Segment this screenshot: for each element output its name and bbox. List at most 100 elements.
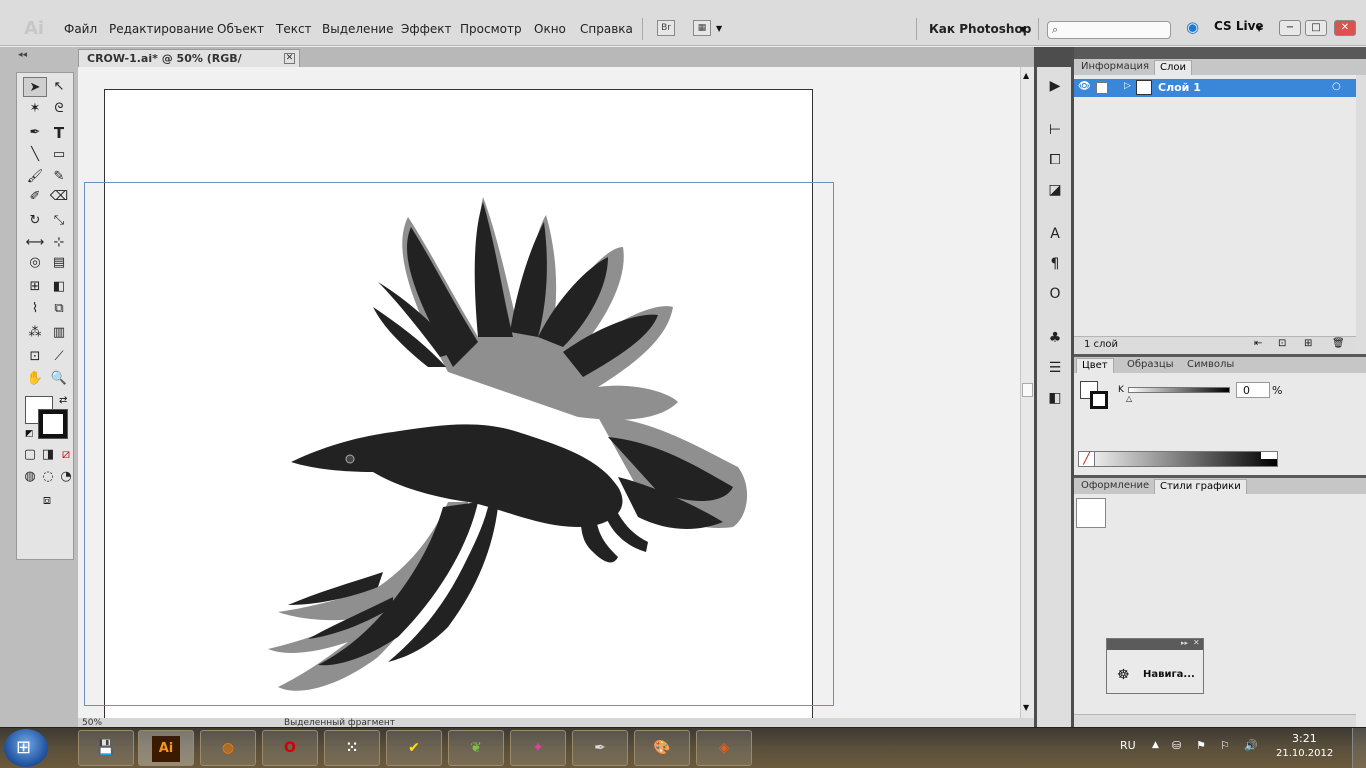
blackberry-app-button[interactable]: ⁙	[324, 730, 380, 766]
actions-icon[interactable]: ▶	[1043, 75, 1067, 97]
save-app-button[interactable]: 💾	[78, 730, 134, 766]
browser-app-button[interactable]: ◍	[200, 730, 256, 766]
tab-swatches[interactable]: Образцы	[1122, 358, 1179, 373]
opentype-icon[interactable]: O	[1043, 283, 1067, 305]
pencil-tool-icon[interactable]: ✎	[47, 167, 71, 187]
none-mode-icon[interactable]: ⧄	[57, 445, 75, 465]
mesh-tool-icon[interactable]: ⊞	[23, 277, 47, 297]
stroke-icon[interactable]: ☰	[1043, 357, 1067, 379]
hand-tool-icon[interactable]: ✋	[23, 369, 47, 389]
maximize-button[interactable]: □	[1305, 20, 1327, 36]
scroll-down-icon[interactable]: ▼	[1023, 703, 1029, 712]
pathfinder-icon[interactable]: ◪	[1043, 179, 1067, 201]
workspace-switcher[interactable]: Как Photoshop	[929, 22, 1031, 36]
type-tool-icon[interactable]: T	[47, 123, 71, 143]
menu-effect[interactable]: Эффект	[401, 22, 452, 36]
chevron-down-icon[interactable]: ▼	[1256, 24, 1262, 33]
blob-brush-tool-icon[interactable]: ✐	[23, 187, 47, 207]
layer-row[interactable]: 👁 ▷ Слой 1 ○	[1074, 79, 1356, 97]
screen-mode-icon[interactable]: ⧈	[35, 491, 59, 511]
draw-inside-icon[interactable]: ◔	[57, 467, 75, 487]
layer-name[interactable]: Слой 1	[1158, 81, 1201, 94]
navigator-titlebar[interactable]: ▸▸ ✕	[1107, 638, 1203, 650]
lock-toggle[interactable]	[1096, 82, 1108, 94]
close-tab-button[interactable]: ✕	[284, 53, 295, 64]
draw-normal-icon[interactable]: ◍	[21, 467, 39, 487]
collapse-icon[interactable]: ◂◂	[18, 50, 27, 60]
default-colors-icon[interactable]: ◩	[25, 429, 34, 439]
arrange-documents-icon[interactable]: ▦	[693, 20, 711, 36]
character-icon[interactable]: A	[1043, 223, 1067, 245]
stroke-swatch[interactable]	[38, 409, 68, 439]
network-icon[interactable]: ⛁	[1172, 739, 1181, 752]
new-sublayer-icon[interactable]: ⊞	[1304, 338, 1312, 349]
scroll-thumb[interactable]	[1022, 383, 1033, 397]
slider-handle-icon[interactable]: △	[1126, 394, 1132, 403]
gradient-mode-icon[interactable]: ◨	[39, 445, 57, 465]
eraser-tool-icon[interactable]: ⌫	[47, 187, 71, 207]
locate-object-icon[interactable]: ⇤	[1254, 338, 1262, 349]
symbol-sprayer-tool-icon[interactable]: ⁂	[23, 323, 47, 343]
palette-app-button[interactable]: 🎨	[634, 730, 690, 766]
menu-view[interactable]: Просмотр	[460, 22, 522, 36]
target-circle-icon[interactable]: ○	[1332, 81, 1341, 92]
chevron-down-icon[interactable]: ▼	[716, 24, 722, 33]
colors-app-button[interactable]: ✦	[510, 730, 566, 766]
document-canvas[interactable]	[78, 67, 1024, 718]
show-desktop-button[interactable]	[1352, 728, 1366, 768]
clock-time[interactable]: 3:21	[1292, 732, 1317, 745]
menu-object[interactable]: Объект	[217, 22, 264, 36]
color-spectrum[interactable]: ╱	[1078, 451, 1278, 467]
draw-behind-icon[interactable]: ◌	[39, 467, 57, 487]
tab-layers[interactable]: Слои	[1154, 60, 1192, 75]
align-icon[interactable]: ⊢	[1043, 119, 1067, 141]
paintbrush-tool-icon[interactable]: 🖌	[23, 167, 47, 187]
lasso-tool-icon[interactable]: ᘓ	[47, 99, 71, 119]
layers-scrollbar[interactable]	[1356, 75, 1366, 354]
illustrator-app-button[interactable]: Ai	[138, 730, 194, 766]
line-tool-icon[interactable]: ╲	[23, 145, 47, 165]
paragraph-icon[interactable]: ¶	[1043, 253, 1067, 275]
default-graphic-style[interactable]	[1076, 498, 1106, 528]
k-value-input[interactable]: 0	[1236, 382, 1270, 398]
symbols-icon[interactable]: ♣	[1043, 327, 1067, 349]
blend-tool-icon[interactable]: ⧉	[47, 299, 71, 319]
pen-app-button[interactable]: ✒	[572, 730, 628, 766]
scroll-up-icon[interactable]: ▲	[1023, 71, 1029, 80]
document-tab[interactable]: CROW-1.ai* @ 50% (RGB/Просмотр) ✕	[78, 49, 300, 78]
start-button[interactable]: ⊞	[4, 729, 48, 767]
menu-edit[interactable]: Редактирование	[109, 22, 214, 36]
rectangle-tool-icon[interactable]: ▭	[47, 145, 71, 165]
k-slider[interactable]	[1128, 387, 1230, 393]
eyedropper-tool-icon[interactable]: ⌇	[23, 299, 47, 319]
color-mode-icon[interactable]: ▢	[21, 445, 39, 465]
swap-colors-icon[interactable]: ⇄	[59, 395, 67, 406]
crow-artwork[interactable]	[178, 187, 778, 697]
menu-help[interactable]: Справка	[580, 22, 633, 36]
expand-icon[interactable]: ▸▸	[1181, 639, 1188, 647]
opera-app-button[interactable]: O	[262, 730, 318, 766]
magic-wand-tool-icon[interactable]: ✶	[23, 99, 47, 119]
expand-triangle-icon[interactable]: ▷	[1124, 81, 1131, 91]
close-icon[interactable]: ✕	[1193, 638, 1200, 647]
perspective-grid-tool-icon[interactable]: ▤	[47, 253, 71, 273]
language-indicator[interactable]: RU	[1120, 739, 1136, 752]
transform-icon[interactable]: ⧠	[1043, 149, 1067, 171]
tab-info[interactable]: Информация	[1076, 60, 1154, 75]
eye-app-button[interactable]: ◈	[696, 730, 752, 766]
volume-icon[interactable]: 🔊	[1244, 739, 1258, 752]
minimize-button[interactable]: −	[1279, 20, 1301, 36]
slice-tool-icon[interactable]: ⟋	[47, 347, 71, 367]
zoom-tool-icon[interactable]: 🔍	[47, 369, 71, 389]
white-swatch[interactable]	[1261, 452, 1277, 459]
visibility-eye-icon[interactable]: 👁	[1078, 81, 1091, 92]
action-center-flag-icon[interactable]: ⚑	[1196, 739, 1206, 752]
direct-selection-tool-icon[interactable]: ↖	[47, 77, 71, 97]
column-graph-tool-icon[interactable]: ▥	[47, 323, 71, 343]
shape-builder-tool-icon[interactable]: ◎	[23, 253, 47, 273]
tab-symbols[interactable]: Символы	[1182, 358, 1239, 373]
close-button[interactable]: ✕	[1334, 20, 1356, 36]
chevron-down-icon[interactable]: ▼	[1020, 25, 1026, 34]
tab-color[interactable]: Цвет	[1076, 358, 1114, 373]
color-stroke-swatch[interactable]	[1090, 391, 1108, 409]
